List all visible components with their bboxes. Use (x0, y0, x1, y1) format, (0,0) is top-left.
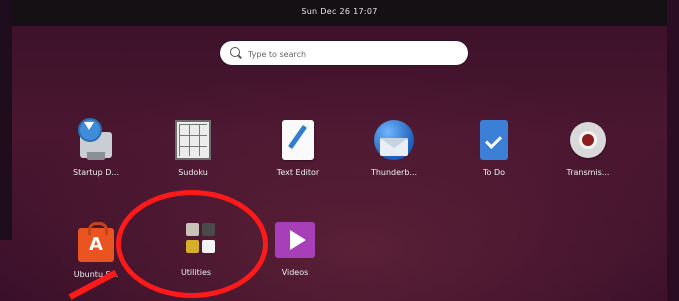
search-icon (230, 47, 240, 57)
app-label: To Do (482, 168, 506, 177)
left-window-edge (0, 0, 12, 240)
clock[interactable]: Sun Dec 26 17:07 (12, 7, 667, 16)
top-bar: Sun Dec 26 17:07 (12, 0, 667, 26)
app-label: Sudoku (178, 168, 208, 177)
app-text-editor[interactable]: Text Editor (260, 118, 336, 177)
startup-disk-creator-icon (74, 118, 118, 162)
app-label: Transmis... (566, 168, 610, 177)
sudoku-icon (171, 118, 215, 162)
app-thunderbird[interactable]: Thunderb... (356, 118, 432, 177)
app-videos[interactable]: Videos (257, 218, 333, 277)
app-sudoku[interactable]: Sudoku (155, 118, 231, 177)
app-label: Ubuntu S... (73, 270, 119, 279)
app-label: Videos (281, 268, 309, 277)
search-input[interactable] (246, 45, 460, 63)
app-transmission[interactable]: Transmis... (550, 118, 626, 177)
app-label: Thunderb... (370, 168, 418, 177)
app-label: Text Editor (276, 168, 320, 177)
app-to-do[interactable]: To Do (456, 118, 532, 177)
right-window-edge (667, 0, 679, 301)
todo-icon (472, 118, 516, 162)
ubuntu-software-icon: A (74, 220, 118, 264)
transmission-icon (566, 118, 610, 162)
app-startup-disk-creator[interactable]: Startup D... (58, 118, 134, 177)
videos-icon (273, 218, 317, 262)
text-editor-icon (276, 118, 320, 162)
app-label: Startup D... (72, 168, 120, 177)
annotation-circle (116, 190, 268, 298)
search-box[interactable] (220, 41, 468, 65)
thunderbird-icon (372, 118, 416, 162)
